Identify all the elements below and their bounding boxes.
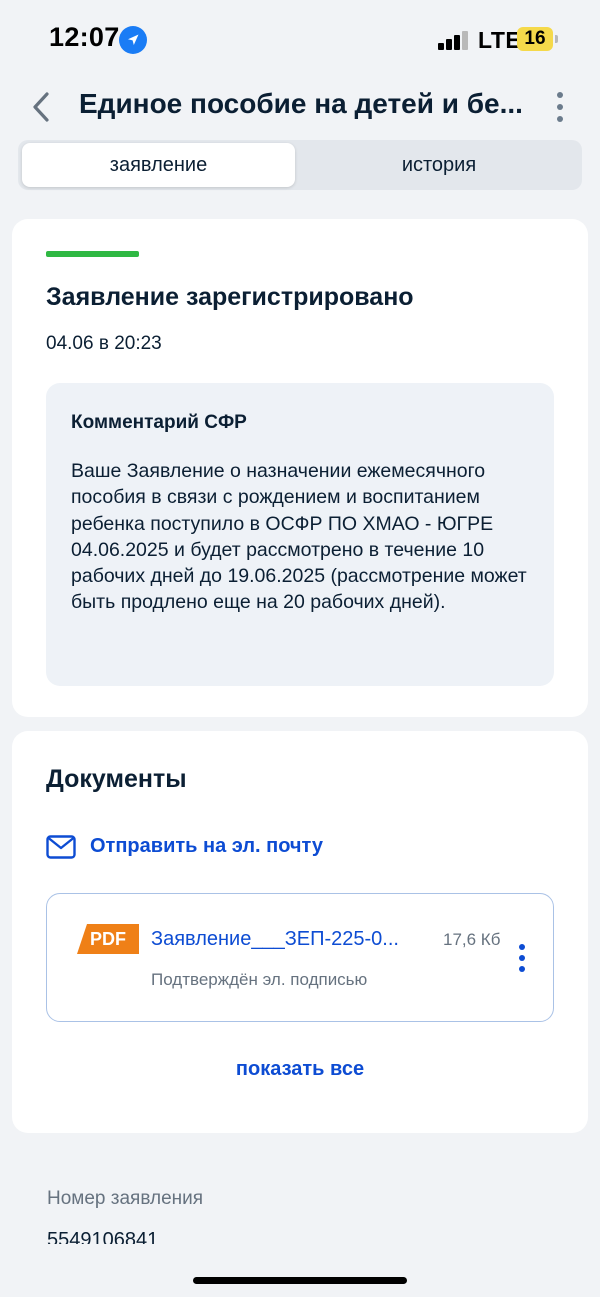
status-progress-bar <box>46 251 139 257</box>
status-time: 12:07 <box>49 22 120 52</box>
document-item[interactable] <box>46 893 554 1022</box>
tab-history[interactable]: история <box>300 143 578 187</box>
document-size: 17,6 Кб <box>443 930 501 949</box>
document-signature-status: Подтверждён эл. подписью <box>151 970 368 989</box>
application-number-value: 5549106841 <box>47 1229 159 1244</box>
pdf-file-icon: PDF <box>77 924 139 954</box>
comment-text: Ваше Заявление о назначении ежемесячного… <box>71 460 527 614</box>
document-name-link[interactable]: Заявление___ЗЕП-225-0... <box>151 928 399 951</box>
location-arrow-icon <box>119 26 147 54</box>
comment-title: Комментарий СФР <box>71 412 247 433</box>
status-date: 04.06 в 20:23 <box>46 333 162 354</box>
status-title: Заявление зарегистрировано <box>46 283 414 311</box>
battery-icon: 16 <box>517 27 553 51</box>
show-all-button[interactable]: показать все <box>0 1058 600 1081</box>
chevron-left-icon[interactable] <box>28 90 58 124</box>
page-title: Единое пособие на детей и бе... <box>79 88 523 119</box>
application-number-label: Номер заявления <box>47 1188 204 1209</box>
signal-icon <box>438 30 470 50</box>
battery-tip <box>555 35 558 43</box>
more-vertical-icon[interactable] <box>552 90 568 124</box>
send-email-link[interactable]: Отправить на эл. почту <box>90 835 323 858</box>
documents-title: Документы <box>46 765 187 793</box>
network-type: LTE <box>478 27 522 53</box>
tab-application[interactable]: заявление <box>22 143 295 187</box>
document-more-icon[interactable] <box>515 944 529 974</box>
mail-icon[interactable] <box>46 835 76 859</box>
home-indicator <box>193 1277 407 1284</box>
